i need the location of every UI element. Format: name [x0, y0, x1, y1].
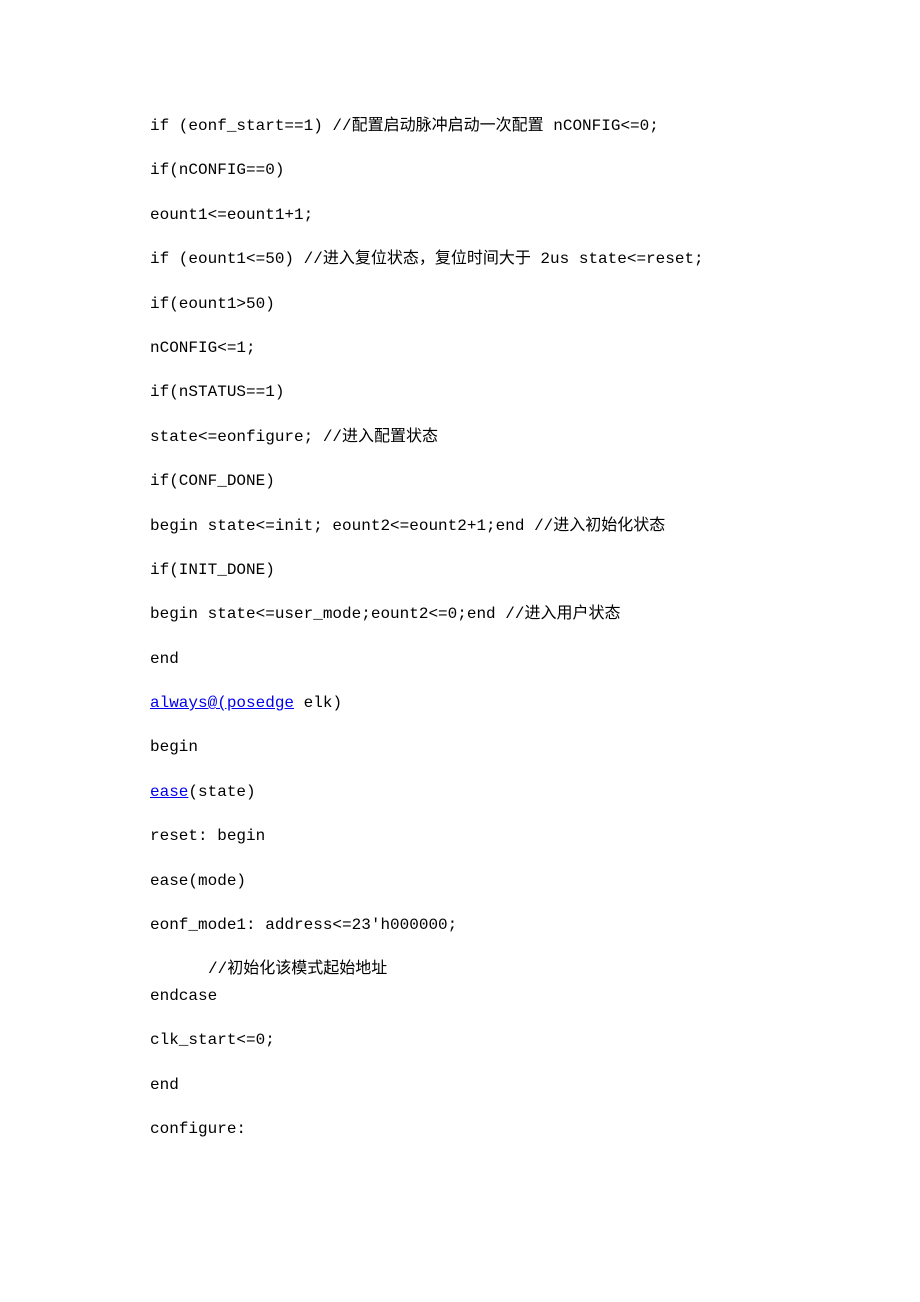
- code-text: (state): [188, 783, 255, 801]
- code-document: if (eonf_start==1) //配置启动脉冲启动一次配置 nCONFI…: [0, 0, 920, 1222]
- code-text: elk): [294, 694, 342, 712]
- code-line: if (eount1<=50) //进入复位状态，复位时间大于 2us stat…: [150, 248, 770, 270]
- code-line: if(INIT_DONE): [150, 559, 770, 581]
- code-line: reset: begin: [150, 825, 770, 847]
- code-line: begin state<=init; eount2<=eount2+1;end …: [150, 515, 770, 537]
- code-line: always@(posedge elk): [150, 692, 770, 714]
- code-line: ease(mode): [150, 870, 770, 892]
- code-line: end: [150, 648, 770, 670]
- code-line: endcase: [150, 985, 770, 1007]
- link-ease[interactable]: ease: [150, 783, 188, 801]
- code-line: eonf_mode1: address<=23'h000000;: [150, 914, 770, 936]
- code-line: state<=eonfigure; //进入配置状态: [150, 426, 770, 448]
- code-line: end: [150, 1074, 770, 1096]
- code-line: clk_start<=0;: [150, 1029, 770, 1051]
- code-line: nCONFIG<=1;: [150, 337, 770, 359]
- code-line: if(eount1>50): [150, 293, 770, 315]
- code-line: configure:: [150, 1118, 770, 1140]
- code-line: if(CONF_DONE): [150, 470, 770, 492]
- code-line: if (eonf_start==1) //配置启动脉冲启动一次配置 nCONFI…: [150, 115, 770, 137]
- code-line: ease(state): [150, 781, 770, 803]
- code-line: eount1<=eount1+1;: [150, 204, 770, 226]
- code-line: begin: [150, 736, 770, 758]
- code-line: if(nSTATUS==1): [150, 381, 770, 403]
- code-line: begin state<=user_mode;eount2<=0;end //进…: [150, 603, 770, 625]
- link-always-posedge[interactable]: always@(posedge: [150, 694, 294, 712]
- code-comment: //初始化该模式起始地址: [150, 958, 770, 980]
- code-line: if(nCONFIG==0): [150, 159, 770, 181]
